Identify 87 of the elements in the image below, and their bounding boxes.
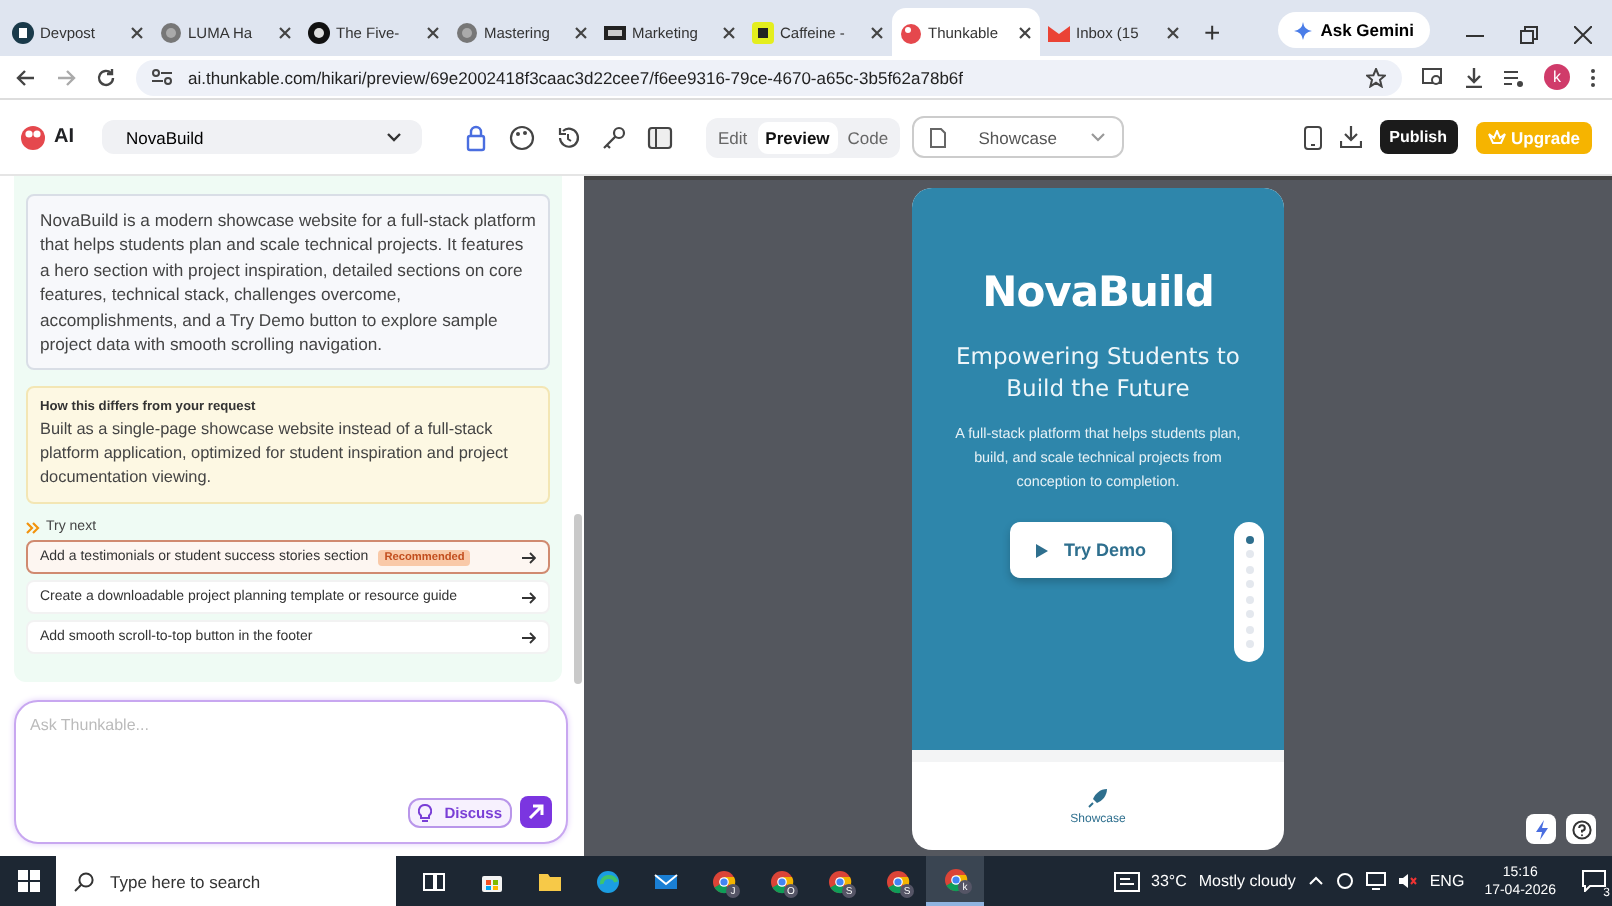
close-icon[interactable] xyxy=(278,25,292,39)
app-logo-icon xyxy=(900,21,922,43)
arrow-up-right-icon xyxy=(528,804,544,820)
mode-tab[interactable]: Edit xyxy=(710,121,756,153)
publish-button[interactable]: Publish xyxy=(1379,120,1458,154)
crown-icon xyxy=(1487,129,1506,145)
try-demo-button[interactable]: Try Demo xyxy=(1010,522,1172,578)
taskbar-search-field[interactable]: Type here to search xyxy=(56,856,396,906)
ask-gemini-button[interactable]: Ask Gemini xyxy=(1278,12,1430,48)
restore-icon[interactable] xyxy=(1520,26,1538,44)
profile-avatar[interactable]: k xyxy=(1544,64,1570,90)
edge-logo-icon xyxy=(595,869,619,893)
page-dropdown[interactable]: Showcase xyxy=(911,116,1124,158)
note-text: Built as a single-page showcase website instead of a full-stack platform application, optimized for student inspiration and project documentation viewing. xyxy=(40,418,510,491)
task-view-icon xyxy=(421,869,445,893)
lightning-icon xyxy=(1533,819,1549,839)
network-icon[interactable] xyxy=(1365,872,1386,890)
page-icon xyxy=(929,127,946,147)
envelope-icon xyxy=(1048,21,1070,43)
flash-button[interactable] xyxy=(1526,814,1556,844)
lightbulb-icon xyxy=(418,803,433,821)
logo-text: AI xyxy=(54,126,74,148)
star-icon[interactable] xyxy=(1366,67,1386,87)
globe-icon xyxy=(456,21,478,43)
mode-tab[interactable]: Preview xyxy=(757,121,838,153)
speaker-muted-icon[interactable] xyxy=(1397,872,1418,890)
chevron-down-icon xyxy=(1089,132,1106,142)
square-logo-icon xyxy=(604,21,626,43)
key-icon[interactable] xyxy=(600,123,628,151)
language-indicator[interactable]: ENG xyxy=(1429,872,1465,890)
hero-subtitle: Empowering Students to Build the Future xyxy=(954,340,1242,404)
reload-icon[interactable] xyxy=(96,67,116,87)
url-text: ai.thunkable.com/hikari/preview/69e2002418f3caac3d22cee7/f6ee9316-79ce-4670-a65c-3b5f62a78b6f xyxy=(188,67,966,87)
summary-text: NovaBuild is a modern showcase website for a full-stack platform that helps students plan and scale technical projects. It features a hero section with project inspiration, detailed sections on core features, technical stack, challenges overcome, accomplishments, and a Try Demo button to explore sample project data with smooth scrolling navigation. xyxy=(26,194,550,371)
chrome-logo-icon xyxy=(827,869,851,893)
folder-icon xyxy=(537,869,561,893)
chrome-logo-icon xyxy=(943,867,967,891)
close-icon[interactable] xyxy=(1574,26,1592,44)
arrow-right-icon xyxy=(522,591,536,604)
hero-title: NovaBuild xyxy=(982,268,1214,316)
weather-text: Mostly cloudy xyxy=(1198,872,1296,890)
close-icon[interactable] xyxy=(722,25,736,39)
new-tab-button[interactable]: + xyxy=(1204,16,1221,48)
double-chevron-icon xyxy=(26,521,40,534)
temperature-text: 33°C xyxy=(1151,872,1187,890)
envelope-icon xyxy=(653,869,677,893)
chrome-logo-icon xyxy=(769,869,793,893)
chrome-logo-icon xyxy=(711,869,735,893)
section-dot[interactable] xyxy=(1245,535,1253,544)
history-icon[interactable] xyxy=(554,123,582,151)
address-bar[interactable]: ai.thunkable.com/hikari/preview/69e2002418f3caac3d22cee7/f6ee9316-79ce-4670-a65c-3b5f62a78b6f xyxy=(136,59,1402,95)
media-icon[interactable] xyxy=(1504,67,1524,87)
more-icon[interactable] xyxy=(1590,67,1596,87)
play-icon xyxy=(1035,543,1048,557)
arrow-right-icon xyxy=(522,551,536,564)
download-icon[interactable] xyxy=(1339,126,1362,148)
help-button[interactable] xyxy=(1566,814,1596,844)
download-icon[interactable] xyxy=(1464,67,1484,87)
close-icon[interactable] xyxy=(870,25,884,39)
send-button[interactable] xyxy=(520,796,552,828)
chat-bubble-icon xyxy=(1582,870,1606,892)
square-logo-icon xyxy=(752,21,774,43)
project-dropdown[interactable]: NovaBuild xyxy=(102,120,422,154)
close-icon[interactable] xyxy=(1166,25,1180,39)
close-icon[interactable] xyxy=(574,25,588,39)
site-settings-icon[interactable] xyxy=(152,68,172,86)
screen-search-icon[interactable] xyxy=(1422,67,1444,87)
scrollbar[interactable] xyxy=(574,514,582,684)
arrow-right-icon xyxy=(522,631,536,644)
windows-logo-icon[interactable] xyxy=(17,870,39,892)
sidebar-toggle-icon[interactable] xyxy=(646,123,674,151)
round-logo-icon xyxy=(308,21,330,43)
close-icon[interactable] xyxy=(130,25,144,39)
globe-icon xyxy=(160,21,182,43)
chevron-down-icon xyxy=(386,132,402,142)
chevron-up-icon[interactable] xyxy=(1307,876,1324,886)
chrome-logo-icon xyxy=(885,869,909,893)
mode-tab[interactable]: Code xyxy=(839,121,897,153)
close-icon[interactable] xyxy=(1018,25,1032,39)
phone-icon[interactable] xyxy=(1303,125,1322,149)
close-icon[interactable] xyxy=(426,25,440,39)
app-logo-icon xyxy=(20,124,46,150)
lock-icon[interactable] xyxy=(462,123,490,151)
search-icon xyxy=(74,871,94,891)
help-icon xyxy=(1571,819,1591,839)
back-icon[interactable] xyxy=(16,67,36,87)
sparkle-icon xyxy=(1294,21,1313,39)
